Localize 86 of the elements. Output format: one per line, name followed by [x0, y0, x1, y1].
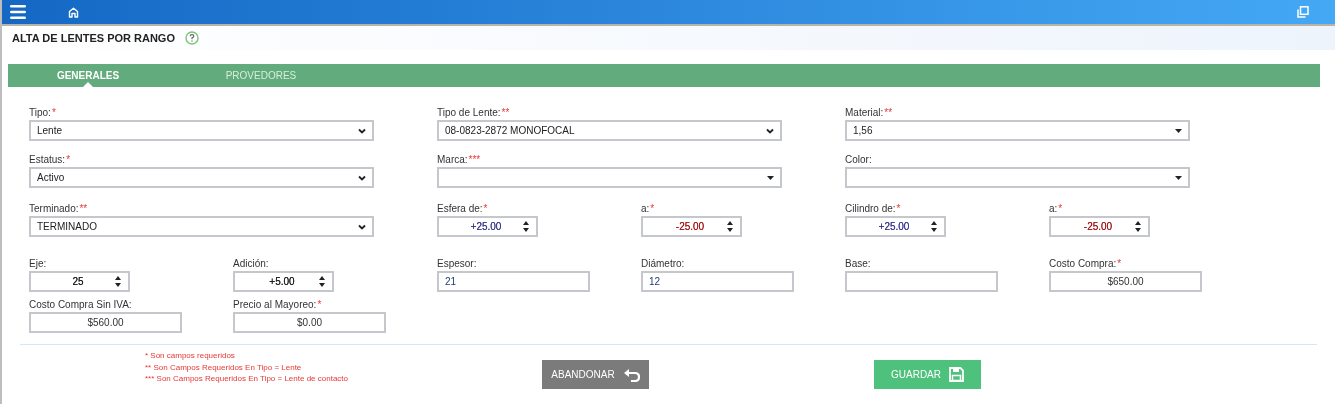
field-label: a:	[1049, 203, 1058, 214]
field-value: $560.00	[87, 316, 124, 330]
field-label: Terminado:	[29, 203, 79, 214]
home-icon[interactable]	[68, 6, 79, 18]
required-mark: *	[1058, 203, 1063, 214]
dropdown-field[interactable]	[437, 167, 782, 188]
text-field[interactable]: $0.00	[233, 312, 386, 333]
required-note: ** Son Campos Requeridos En Tipo = Lente	[145, 361, 303, 373]
required-mark: *	[896, 203, 901, 214]
field-label: Precio al Mayoreo:	[233, 299, 317, 310]
required-mark: *	[66, 154, 71, 165]
field-value: +25.00	[469, 220, 503, 234]
chevron-down-icon	[358, 174, 366, 181]
field-label: Adición:	[233, 258, 269, 269]
dropdown-field[interactable]: TERMINADO	[29, 216, 374, 237]
chevron-down-icon	[358, 223, 366, 230]
field-value: $0.00	[297, 316, 322, 330]
field-label: a:	[641, 203, 650, 214]
field-label: Eje:	[29, 258, 47, 269]
save-icon	[949, 367, 964, 382]
field-label: Tipo de Lente:	[437, 107, 501, 118]
field-value: +25.00	[877, 220, 911, 234]
field-label: Costo Compra:	[1049, 258, 1117, 269]
required-mark: *	[317, 299, 322, 310]
dropdown-field[interactable]: Lente	[29, 120, 374, 141]
required-mark: ***	[468, 154, 481, 165]
number-field[interactable]: 25	[29, 271, 130, 292]
spinner-arrows-icon[interactable]	[115, 276, 121, 287]
number-field[interactable]: +25.00	[845, 216, 946, 237]
dropdown-field[interactable]: 08-0823-2872 MONOFOCAL	[437, 120, 782, 141]
field-value: -25.00	[1082, 220, 1114, 234]
field-label: Color:	[845, 154, 872, 165]
field-label: Costo Compra Sin IVA:	[29, 299, 132, 310]
text-field[interactable]: $560.00	[29, 312, 182, 333]
required-mark: *	[1117, 258, 1122, 269]
text-field[interactable]	[845, 271, 998, 292]
field-label: Tipo:	[29, 107, 51, 118]
text-field[interactable]: 21	[437, 271, 590, 292]
number-field[interactable]: +25.00	[437, 216, 538, 237]
field-label: Espesor:	[437, 258, 477, 269]
field-value: $650.00	[1107, 275, 1144, 289]
field-value: 12	[649, 275, 661, 289]
number-field[interactable]: -25.00	[641, 216, 742, 237]
dropdown-field[interactable]: 1,56	[845, 120, 1190, 141]
field-label: Esfera de:	[437, 203, 483, 214]
field-value: 21	[445, 275, 457, 289]
number-field[interactable]: +5.00	[233, 271, 334, 292]
spinner-arrows-icon[interactable]	[727, 221, 733, 232]
field-value: 25	[71, 275, 85, 289]
spinner-arrows-icon[interactable]	[931, 221, 937, 232]
caret-down-icon	[1175, 175, 1182, 180]
chevron-down-icon	[358, 127, 366, 134]
text-field[interactable]: 12	[641, 271, 794, 292]
undo-icon	[622, 367, 640, 382]
restore-window-icon[interactable]	[1297, 6, 1309, 18]
required-note: *** Son Campos Requeridos En Tipo = Lente de contacto	[145, 373, 350, 385]
field-label: Estatus:	[29, 154, 66, 165]
menu-icon[interactable]	[10, 5, 26, 19]
text-field[interactable]: $650.00	[1049, 271, 1202, 292]
required-mark: *	[51, 107, 56, 118]
field-label: Cilindro de:	[845, 203, 896, 214]
field-label: Diámetro:	[641, 258, 685, 269]
field-label: Base:	[845, 258, 871, 269]
required-mark: *	[483, 203, 488, 214]
required-mark: **	[884, 107, 893, 118]
cancel-button[interactable]: ABANDONAR	[542, 360, 649, 389]
spinner-arrows-icon[interactable]	[1135, 221, 1141, 232]
required-mark: **	[501, 107, 510, 118]
caret-down-icon	[1175, 128, 1182, 133]
chevron-down-icon	[766, 127, 774, 134]
caret-down-icon	[767, 175, 774, 180]
field-value: +5.00	[268, 275, 296, 289]
field-label: Material:	[845, 107, 884, 118]
spinner-arrows-icon[interactable]	[319, 276, 325, 287]
required-mark: *	[650, 203, 655, 214]
page-title: ALTA DE LENTES POR RANGO	[12, 30, 175, 46]
spinner-arrows-icon[interactable]	[523, 221, 529, 232]
required-note: * Son campos requeridos	[145, 350, 236, 362]
number-field[interactable]: -25.00	[1049, 216, 1150, 237]
dropdown-field[interactable]	[845, 167, 1190, 188]
selected-tab-pointer-icon	[83, 82, 93, 87]
help-icon[interactable]	[184, 31, 199, 45]
field-value: -25.00	[674, 220, 706, 234]
field-label: Marca:	[437, 154, 468, 165]
required-mark: **	[79, 203, 88, 214]
dropdown-field[interactable]: Activo	[29, 167, 374, 188]
